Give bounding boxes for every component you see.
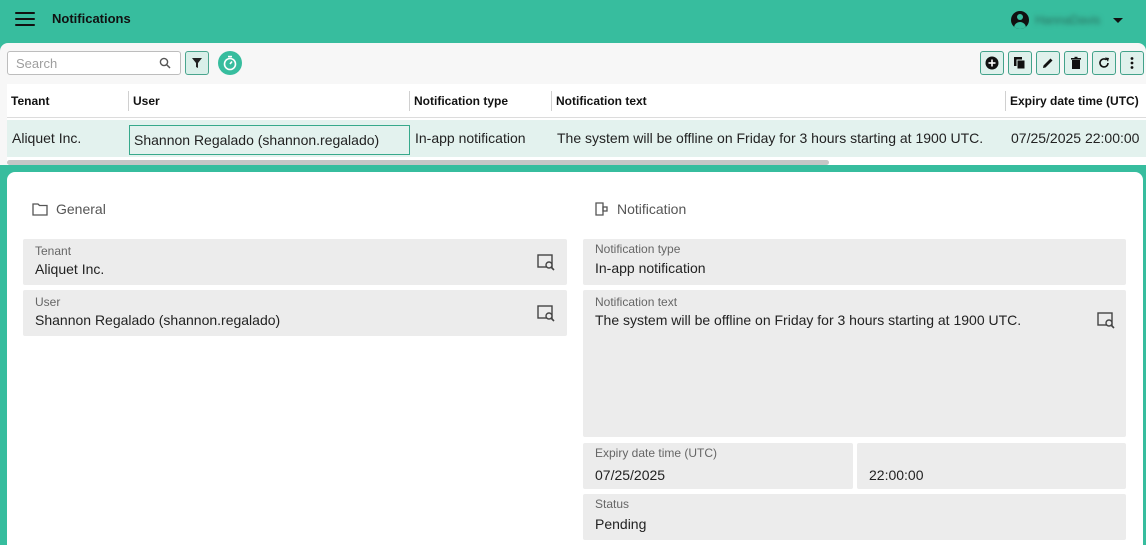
status-value: Pending xyxy=(595,516,647,532)
section-title-general: General xyxy=(56,201,106,217)
user-menu[interactable]: HannaDavis xyxy=(1011,10,1123,30)
page-title: Notifications xyxy=(52,11,131,26)
more-options-button[interactable] xyxy=(1120,51,1144,75)
detail-panel: General Notification Tenant Aliquet Inc.… xyxy=(7,172,1143,545)
lookup-icon[interactable] xyxy=(537,304,555,322)
expiry-date-field[interactable]: Expiry date time (UTC) 07/25/2025 xyxy=(583,443,853,489)
user-value: Shannon Regalado (shannon.regalado) xyxy=(35,312,281,328)
column-divider[interactable] xyxy=(551,91,552,111)
cell-notification-type[interactable]: In-app notification xyxy=(415,120,550,157)
column-header-expiry[interactable]: Expiry date time (UTC) xyxy=(1010,84,1139,118)
account-icon xyxy=(1011,11,1029,29)
section-general: General xyxy=(32,201,106,217)
notification-type-label: Notification type xyxy=(595,242,681,256)
more-vertical-icon xyxy=(1130,57,1134,69)
section-notification: Notification xyxy=(593,201,686,217)
search-icon[interactable] xyxy=(159,57,171,69)
expiry-date-value: 07/25/2025 xyxy=(595,467,666,483)
expiry-label: Expiry date time (UTC) xyxy=(595,446,718,460)
lookup-icon[interactable] xyxy=(537,253,555,271)
table-row[interactable]: Aliquet Inc. Shannon Regalado (shannon.r… xyxy=(7,120,1146,157)
chevron-down-icon xyxy=(1113,17,1123,23)
column-header-user[interactable]: User xyxy=(133,84,160,118)
status-field[interactable]: Status Pending xyxy=(583,494,1126,540)
filter-icon xyxy=(192,58,202,68)
trash-icon xyxy=(1071,56,1081,69)
timer-icon xyxy=(223,55,237,71)
cell-notification-text[interactable]: The system will be offline on Friday for… xyxy=(557,120,1003,157)
notification-text-label: Notification text xyxy=(595,295,678,309)
folder-icon xyxy=(32,203,48,216)
cell-tenant[interactable]: Aliquet Inc. xyxy=(12,120,127,157)
column-divider[interactable] xyxy=(409,91,410,111)
edit-button[interactable] xyxy=(1036,51,1060,75)
expiry-time-field[interactable]: 22:00:00 xyxy=(857,443,1126,489)
timer-button[interactable] xyxy=(218,51,242,75)
refresh-icon xyxy=(1099,57,1109,68)
add-icon xyxy=(985,56,999,70)
horizontal-scrollbar[interactable] xyxy=(7,160,829,165)
notifications-grid: Tenant User Notification type Notificati… xyxy=(7,84,1146,165)
column-header-tenant[interactable]: Tenant xyxy=(11,84,49,118)
search-field[interactable] xyxy=(7,51,181,75)
column-header-notification-text[interactable]: Notification text xyxy=(556,84,647,118)
section-title-notification: Notification xyxy=(617,201,687,217)
notification-type-value: In-app notification xyxy=(595,260,706,276)
cell-expiry[interactable]: 07/25/2025 22:00:00 xyxy=(1011,120,1142,157)
notification-text-value: The system will be offline on Friday for… xyxy=(595,312,1022,328)
user-label: User xyxy=(35,295,61,309)
copy-button[interactable] xyxy=(1008,51,1032,75)
tenant-value: Aliquet Inc. xyxy=(35,261,105,277)
status-label: Status xyxy=(595,497,630,511)
list-panel: Tenant User Notification type Notificati… xyxy=(0,43,1146,165)
notification-text-field[interactable]: Notification text The system will be off… xyxy=(583,290,1126,437)
user-name: HannaDavis xyxy=(1035,13,1101,27)
tenant-field[interactable]: Tenant Aliquet Inc. xyxy=(23,239,567,285)
hamburger-menu-icon[interactable] xyxy=(15,12,35,28)
cell-user[interactable]: Shannon Regalado (shannon.regalado) xyxy=(129,125,410,155)
search-input[interactable] xyxy=(8,52,148,74)
copy-icon xyxy=(1014,57,1026,70)
lookup-icon[interactable] xyxy=(1097,311,1115,329)
column-divider[interactable] xyxy=(1005,91,1006,111)
column-header-notification-type[interactable]: Notification type xyxy=(414,84,508,118)
add-button[interactable] xyxy=(980,51,1004,75)
refresh-button[interactable] xyxy=(1092,51,1116,75)
delete-button[interactable] xyxy=(1064,51,1088,75)
grid-header: Tenant User Notification type Notificati… xyxy=(7,84,1146,118)
expiry-time-value: 22:00:00 xyxy=(869,467,924,483)
notification-type-field[interactable]: Notification type In-app notification xyxy=(583,239,1126,285)
tenant-label: Tenant xyxy=(35,244,72,258)
user-field[interactable]: User Shannon Regalado (shannon.regalado) xyxy=(23,290,567,336)
notification-document-icon xyxy=(595,202,608,216)
filter-button[interactable] xyxy=(185,51,209,75)
app-bar: Notifications HannaDavis xyxy=(0,0,1146,43)
column-divider[interactable] xyxy=(128,91,129,111)
edit-icon xyxy=(1043,58,1053,68)
